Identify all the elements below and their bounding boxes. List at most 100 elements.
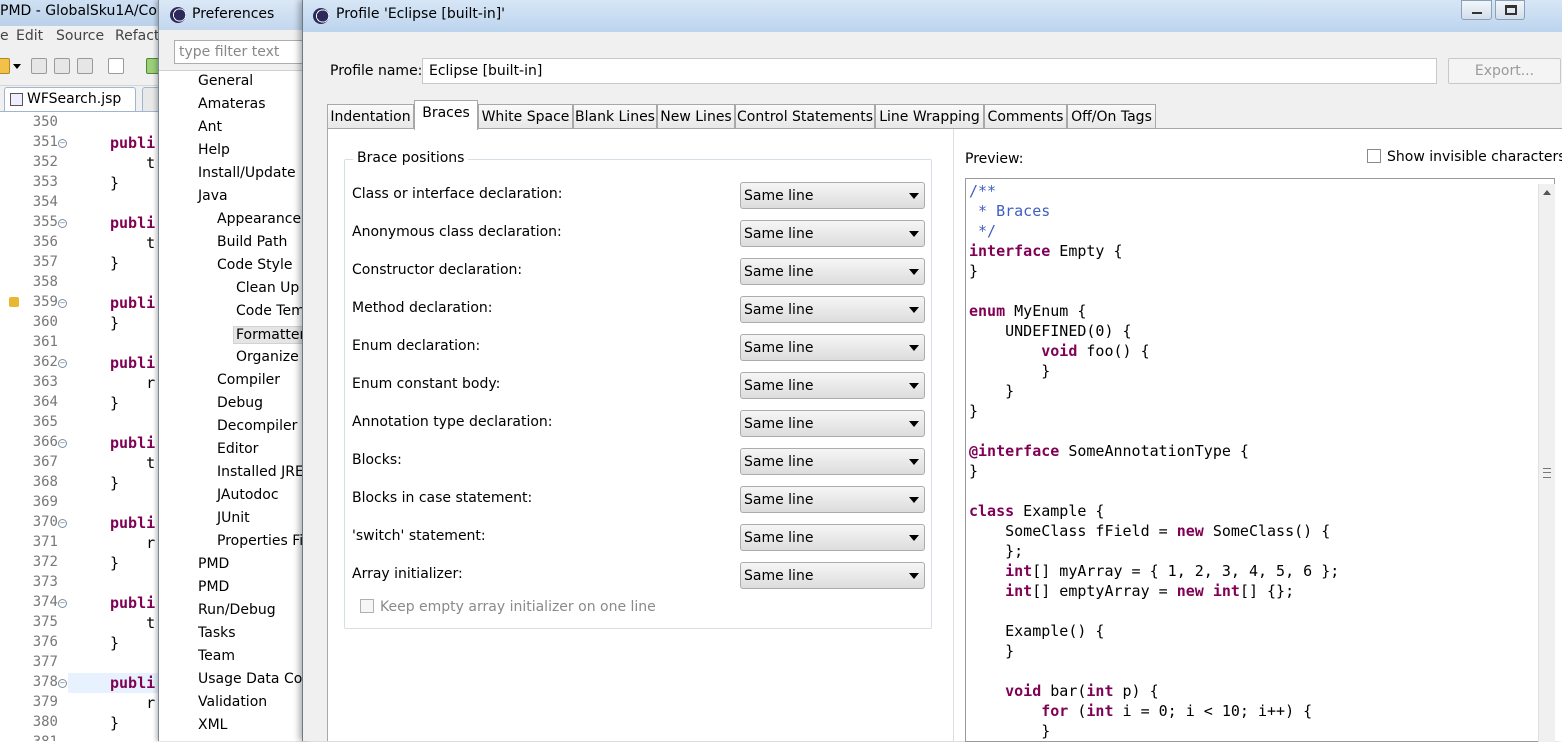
filter-input[interactable]: type filter text <box>174 40 310 64</box>
export-button[interactable]: Export... <box>1448 58 1561 84</box>
brace-position-select[interactable]: Same line <box>740 410 925 437</box>
tree-item[interactable]: Properties Fil <box>217 533 307 549</box>
braces-tab-panel: Brace positions Class or interface decla… <box>327 128 1562 742</box>
tree-item[interactable]: Organize <box>236 349 299 365</box>
keyword-token: for <box>1041 702 1069 720</box>
tab-off-on-tags[interactable]: Off/On Tags <box>1067 104 1156 130</box>
preview-line: } <box>969 461 1339 481</box>
brace-position-select[interactable]: Same line <box>740 562 925 589</box>
tree-item[interactable]: PMD <box>198 556 229 572</box>
code-line: } <box>110 714 120 732</box>
tree-item[interactable]: Formatter <box>233 326 309 344</box>
brace-position-value: Same line <box>744 492 814 508</box>
tree-item[interactable]: Code Tem <box>236 303 305 319</box>
menu-file[interactable]: e <box>0 28 9 44</box>
tree-item[interactable]: Debug <box>217 395 263 411</box>
code-line: publi <box>110 594 156 612</box>
brace-position-select[interactable]: Same line <box>740 258 925 285</box>
tree-item[interactable]: JAutodoc <box>217 487 279 503</box>
tree-item[interactable]: Decompiler <box>217 418 297 434</box>
tab-white-space[interactable]: White Space <box>478 104 573 130</box>
tab-blank-lines[interactable]: Blank Lines <box>573 104 657 130</box>
tree-item[interactable]: JUnit <box>217 510 250 526</box>
print-icon[interactable] <box>77 58 93 74</box>
tree-item[interactable]: PMD <box>198 579 229 595</box>
editor-tab-wfsearch[interactable]: WFSearch.jsp <box>4 87 136 111</box>
scroll-grip-icon[interactable] <box>1543 468 1551 478</box>
brace-position-select[interactable]: Same line <box>740 372 925 399</box>
profile-dialog: Profile 'Eclipse [built-in]' Profile nam… <box>302 0 1562 742</box>
fold-icon[interactable]: − <box>58 599 67 608</box>
tab-indentation[interactable]: Indentation <box>327 104 414 130</box>
line-number: 375 <box>32 614 58 630</box>
show-invisible-checkbox[interactable] <box>1367 149 1381 163</box>
brace-position-select[interactable]: Same line <box>740 448 925 475</box>
brace-position-select[interactable]: Same line <box>740 486 925 513</box>
tree-item[interactable]: Run/Debug <box>198 602 276 618</box>
minimize-button[interactable] <box>1461 0 1492 20</box>
fold-icon[interactable]: − <box>58 439 67 448</box>
save-icon[interactable] <box>31 58 47 74</box>
preview-line: UNDEFINED(0) { <box>969 321 1339 341</box>
maximize-button[interactable] <box>1495 0 1525 20</box>
tree-item[interactable]: Installed JREs <box>217 464 310 480</box>
new-icon[interactable] <box>0 58 10 74</box>
tab-braces[interactable]: Braces <box>414 100 478 130</box>
tree-item[interactable]: Editor <box>217 441 258 457</box>
tab-new-lines[interactable]: New Lines <box>657 104 735 130</box>
preview-scrollbar[interactable] <box>1538 184 1555 742</box>
tree-item[interactable]: Help <box>198 142 230 158</box>
tree-item[interactable]: Appearance <box>217 211 301 227</box>
code-editor[interactable]: 350 351−352 353 354 355−356 357 358 359−360 361 3… <box>0 111 165 741</box>
fold-icon[interactable]: − <box>58 219 67 228</box>
tree-item[interactable]: Clean Up <box>236 280 299 296</box>
tree-item[interactable]: Amateras <box>198 96 266 112</box>
tree-item[interactable]: Validation <box>198 694 267 710</box>
code-token: i = 0; i < 10; i++) { <box>1113 702 1313 720</box>
preview-line: class Example { <box>969 501 1339 521</box>
tree-item[interactable]: XML <box>198 717 227 733</box>
tree-item[interactable]: Java <box>198 188 228 204</box>
tab-line-wrapping[interactable]: Line Wrapping <box>875 104 984 130</box>
tree-item[interactable]: Code Style <box>217 257 292 273</box>
profile-name-field[interactable]: Eclipse [built-in] <box>422 58 1437 84</box>
code-line: } <box>110 174 120 192</box>
line-number: 356 <box>32 234 58 250</box>
warning-icon[interactable] <box>9 297 19 307</box>
fold-icon[interactable]: − <box>58 679 67 688</box>
tree-item[interactable]: Tasks <box>198 625 236 641</box>
code-line: } <box>110 254 120 272</box>
tree-item[interactable]: General <box>198 73 253 89</box>
menu-source[interactable]: Source <box>56 28 104 44</box>
keep-empty-checkbox[interactable] <box>360 599 374 613</box>
chevron-down-icon[interactable] <box>13 64 21 69</box>
brace-position-select[interactable]: Same line <box>740 334 925 361</box>
tree-item[interactable]: Compiler <box>217 372 280 388</box>
line-number: 360 <box>32 314 58 330</box>
preview-pane[interactable]: /** * Braces */interface Empty {}​enum M… <box>965 178 1555 742</box>
tree-item[interactable]: Team <box>198 648 235 664</box>
tree-item[interactable]: Usage Data Col <box>198 671 306 687</box>
menu-edit[interactable]: Edit <box>16 28 43 44</box>
brace-position-select[interactable]: Same line <box>740 182 925 209</box>
menu-refactor[interactable]: Refact <box>115 28 159 44</box>
fold-icon[interactable]: − <box>58 299 67 308</box>
binary-icon[interactable] <box>108 58 124 74</box>
preview-line: ​ <box>969 281 1339 301</box>
save-all-icon[interactable] <box>54 58 70 74</box>
brace-position-select[interactable]: Same line <box>740 524 925 551</box>
scroll-up-icon[interactable] <box>1543 190 1551 195</box>
brace-position-value: Same line <box>744 302 814 318</box>
fold-icon[interactable]: − <box>58 139 67 148</box>
line-number: 372 <box>32 554 58 570</box>
tree-item[interactable]: Ant <box>198 119 222 135</box>
brace-position-select[interactable]: Same line <box>740 220 925 247</box>
tree-item[interactable]: Install/Update <box>198 165 296 181</box>
tab-comments[interactable]: Comments <box>984 104 1067 130</box>
tab-control-statements[interactable]: Control Statements <box>735 104 875 130</box>
fold-icon[interactable]: − <box>58 359 67 368</box>
brace-position-select[interactable]: Same line <box>740 296 925 323</box>
fold-icon[interactable]: − <box>58 519 67 528</box>
tree-item[interactable]: Build Path <box>217 234 287 250</box>
